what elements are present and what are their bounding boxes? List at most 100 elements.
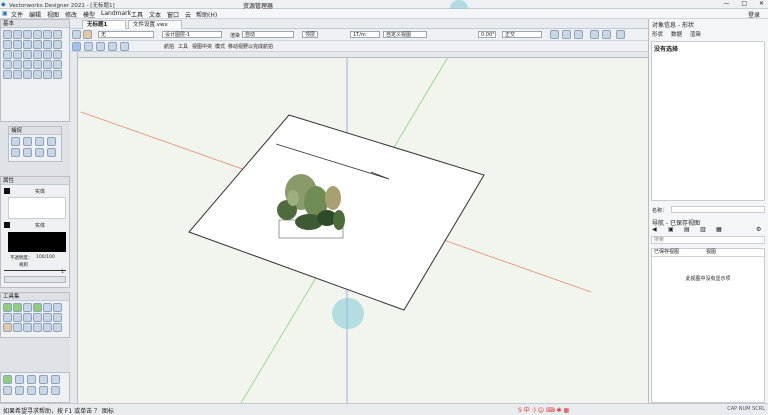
split-tool-icon[interactable] <box>53 60 62 69</box>
survey-set-icon[interactable] <box>43 323 52 332</box>
connect-tool-icon[interactable] <box>43 70 52 79</box>
flyover-mode-icon[interactable] <box>72 42 81 51</box>
grid-icon[interactable] <box>562 30 571 39</box>
search-input[interactable]: 搜索 <box>651 236 765 244</box>
view-select[interactable]: 正交 <box>502 31 542 38</box>
menu-window[interactable]: 窗口 <box>167 10 179 19</box>
layer-icon[interactable]: ▤ <box>684 226 690 233</box>
offset-tool-icon[interactable] <box>33 60 42 69</box>
render-select[interactable]: 自动 <box>242 31 294 38</box>
menu-help[interactable]: 帮助(H) <box>196 10 217 19</box>
resource-materials-icon[interactable] <box>15 375 24 384</box>
detail-set-icon[interactable] <box>43 303 52 312</box>
walkthrough-icon[interactable] <box>84 42 93 51</box>
menu-text[interactable]: 文本 <box>149 10 161 19</box>
name-field[interactable] <box>671 206 765 213</box>
line-weight-preview[interactable] <box>4 270 66 271</box>
menu-landmark[interactable]: Landmark <box>101 10 131 17</box>
spotlight-set-icon[interactable] <box>33 313 42 322</box>
snap-angle-icon[interactable] <box>35 137 44 146</box>
tab-untitled1[interactable]: 无标题1 × <box>82 20 126 36</box>
chamfer-tool-icon[interactable] <box>13 70 22 79</box>
selection-tool-icon[interactable] <box>3 30 12 39</box>
resource-plants-icon[interactable] <box>3 375 12 384</box>
tab-file-settings[interactable]: 文件设置.vwx × <box>128 20 182 36</box>
display-icon[interactable] <box>616 30 625 39</box>
circle-tool-icon[interactable] <box>43 40 52 49</box>
plant-set-icon[interactable] <box>13 303 22 312</box>
dimension-tool-icon[interactable] <box>13 40 22 49</box>
reshape-tool-icon[interactable] <box>43 60 52 69</box>
menu-edit[interactable]: 编辑 <box>29 10 41 19</box>
pen-swatch[interactable] <box>4 222 10 228</box>
symbol-tool-icon[interactable] <box>53 70 62 79</box>
machine-set-icon[interactable] <box>43 313 52 322</box>
attribute-tool-icon[interactable] <box>53 50 62 59</box>
resource-gradients-icon[interactable] <box>15 386 24 395</box>
fittings-set-icon[interactable] <box>3 323 12 332</box>
projection-select[interactable]: 顶层 <box>302 31 318 38</box>
resource-symbols-icon[interactable] <box>39 375 48 384</box>
flyover-tool-icon[interactable] <box>23 30 32 39</box>
snap-grid-icon[interactable] <box>11 137 20 146</box>
menu-model[interactable]: 模型 <box>83 10 95 19</box>
3d-modeling-set-icon[interactable] <box>3 313 12 322</box>
furniture-set-icon[interactable] <box>13 313 22 322</box>
site-set-icon[interactable] <box>33 303 42 312</box>
rectangle-tool-icon[interactable] <box>23 40 32 49</box>
maximize-button[interactable]: □ <box>741 0 747 7</box>
resource-hatches-icon[interactable] <box>51 375 60 384</box>
hvac-set-icon[interactable] <box>33 323 42 332</box>
tab-data[interactable]: 数据 <box>671 32 682 38</box>
save-view-icon[interactable]: ▣ <box>668 226 674 233</box>
resource-images-icon[interactable] <box>27 386 36 395</box>
rotate-icon[interactable] <box>96 42 105 51</box>
scale-select[interactable]: 自定义视图 <box>383 31 427 38</box>
zoom-icon[interactable] <box>550 30 559 39</box>
mirror-tool-icon[interactable] <box>13 60 22 69</box>
layers-icon[interactable] <box>574 30 583 39</box>
menu-file[interactable]: 文件 <box>11 10 23 19</box>
unit-select[interactable]: 1T/m <box>350 31 380 38</box>
zoom-mode-icon[interactable] <box>120 42 129 51</box>
angle-field[interactable]: 0.00° <box>478 31 496 38</box>
insertion-set-icon[interactable] <box>53 313 62 322</box>
tab-shape[interactable]: 形状 <box>652 32 663 38</box>
visualization-set-icon[interactable] <box>23 313 32 322</box>
tab-render[interactable]: 渲染 <box>690 32 701 38</box>
snap-smart-icon[interactable] <box>23 148 32 157</box>
resource-lights-icon[interactable] <box>3 386 12 395</box>
drawing-area[interactable] <box>70 52 648 403</box>
options-icon[interactable]: ⚙ <box>756 226 761 233</box>
annotation-set-icon[interactable] <box>23 323 32 332</box>
menu-modify[interactable]: 修改 <box>65 10 77 19</box>
snap-edge-icon[interactable] <box>47 148 56 157</box>
polyline-tool-icon[interactable] <box>13 50 22 59</box>
snap-tangent-icon[interactable] <box>35 148 44 157</box>
back-icon[interactable]: ◀ <box>652 226 657 233</box>
clip-tool-icon[interactable] <box>23 70 32 79</box>
building-set-icon[interactable] <box>23 303 32 312</box>
walls-set-icon[interactable] <box>13 323 22 332</box>
class-select[interactable]: 无 <box>98 31 154 38</box>
resource-textures-icon[interactable] <box>27 375 36 384</box>
fill-swatch[interactable] <box>4 188 10 194</box>
view-tool-icon[interactable] <box>72 30 81 39</box>
menu-tools[interactable]: 工具 <box>131 10 143 19</box>
class-icon[interactable]: ▥ <box>700 226 706 233</box>
snap-object-icon[interactable] <box>23 137 32 146</box>
snap-intersection-icon[interactable] <box>47 137 56 146</box>
polygon-tool-icon[interactable] <box>33 40 42 49</box>
text-tool-icon[interactable] <box>53 30 62 39</box>
center-icon[interactable] <box>108 42 117 51</box>
col-saved-view[interactable]: 已保存视图 <box>652 249 679 255</box>
menu-view[interactable]: 视图 <box>47 10 59 19</box>
trim-tool-icon[interactable] <box>33 70 42 79</box>
sheet-icon[interactable]: ▦ <box>716 226 722 233</box>
resource-styles-icon[interactable] <box>39 386 48 395</box>
dims-set-icon[interactable] <box>53 303 62 312</box>
spiral-tool-icon[interactable] <box>33 50 42 59</box>
snap-icon[interactable] <box>83 30 92 39</box>
close-button[interactable]: ✕ <box>759 0 764 7</box>
visibility-icon[interactable] <box>602 30 611 39</box>
